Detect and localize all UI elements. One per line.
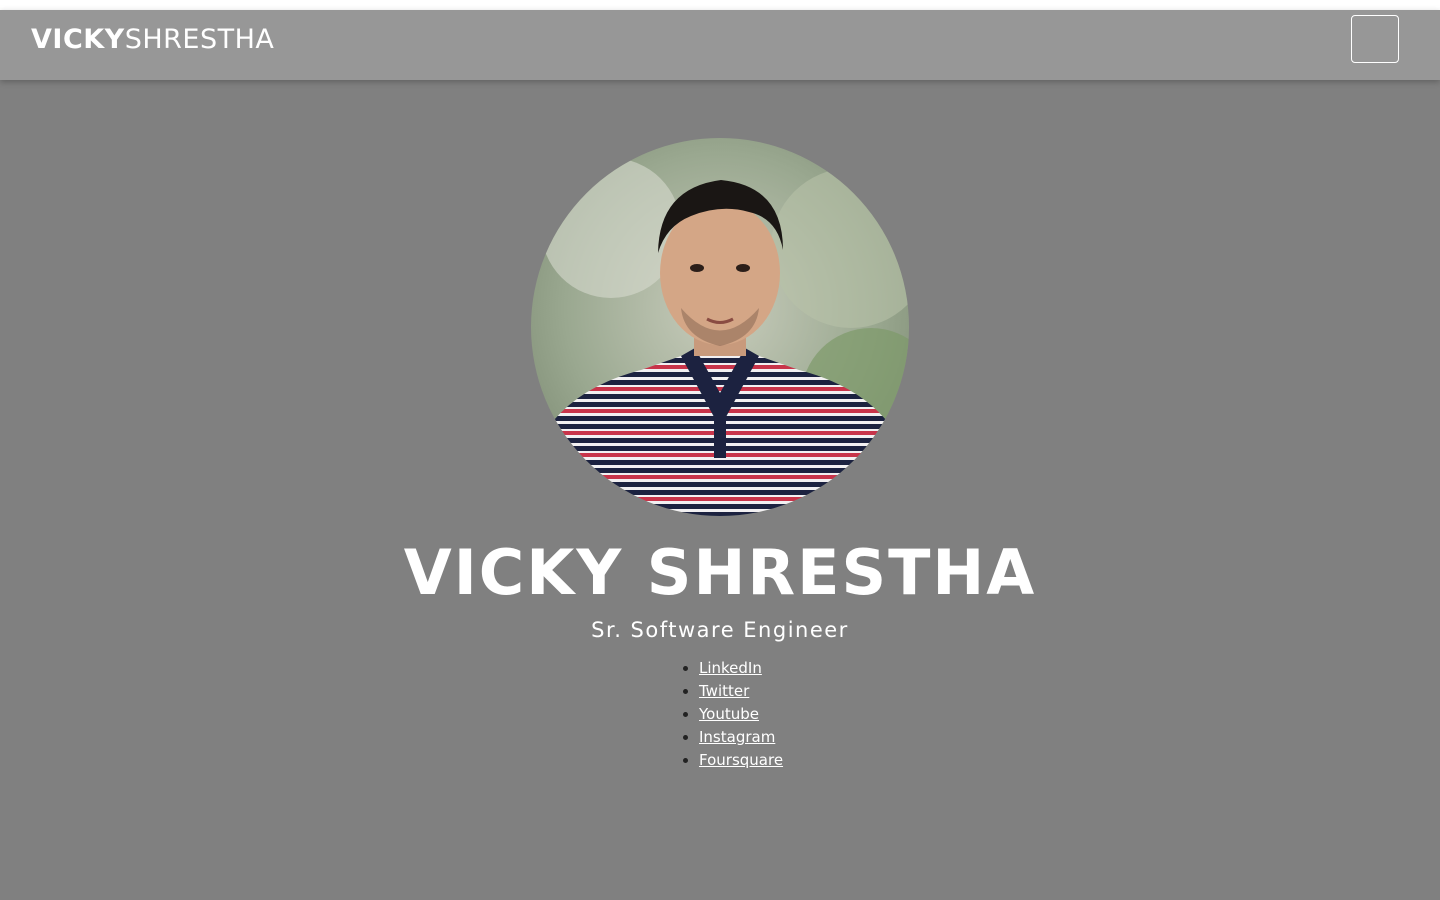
hero-section: VICKY SHRESTHA Sr. Software Engineer Lin… xyxy=(0,80,1440,900)
foursquare-link[interactable]: Foursquare xyxy=(699,751,783,769)
profile-name: VICKY SHRESTHA xyxy=(403,536,1037,609)
brand-logo-link[interactable]: VICKYSHRESTHA xyxy=(31,23,274,57)
top-strip xyxy=(0,0,1440,10)
list-item: Foursquare xyxy=(699,749,783,772)
list-item: LinkedIn xyxy=(699,657,783,680)
list-item: Instagram xyxy=(699,726,783,749)
twitter-link[interactable]: Twitter xyxy=(699,682,749,700)
brand-last-name: SHRESTHA xyxy=(124,24,275,55)
menu-toggle-button[interactable] xyxy=(1351,15,1399,63)
navbar: VICKYSHRESTHA xyxy=(0,10,1440,80)
youtube-link[interactable]: Youtube xyxy=(699,705,759,723)
linkedin-link[interactable]: LinkedIn xyxy=(699,659,762,677)
instagram-link[interactable]: Instagram xyxy=(699,728,775,746)
profile-photo xyxy=(531,138,909,516)
list-item: Twitter xyxy=(699,680,783,703)
brand-first-name: VICKY xyxy=(31,24,125,55)
social-links-list: LinkedIn Twitter Youtube Instagram Fours… xyxy=(699,657,783,772)
list-item: Youtube xyxy=(699,703,783,726)
profile-title: Sr. Software Engineer xyxy=(591,618,849,642)
